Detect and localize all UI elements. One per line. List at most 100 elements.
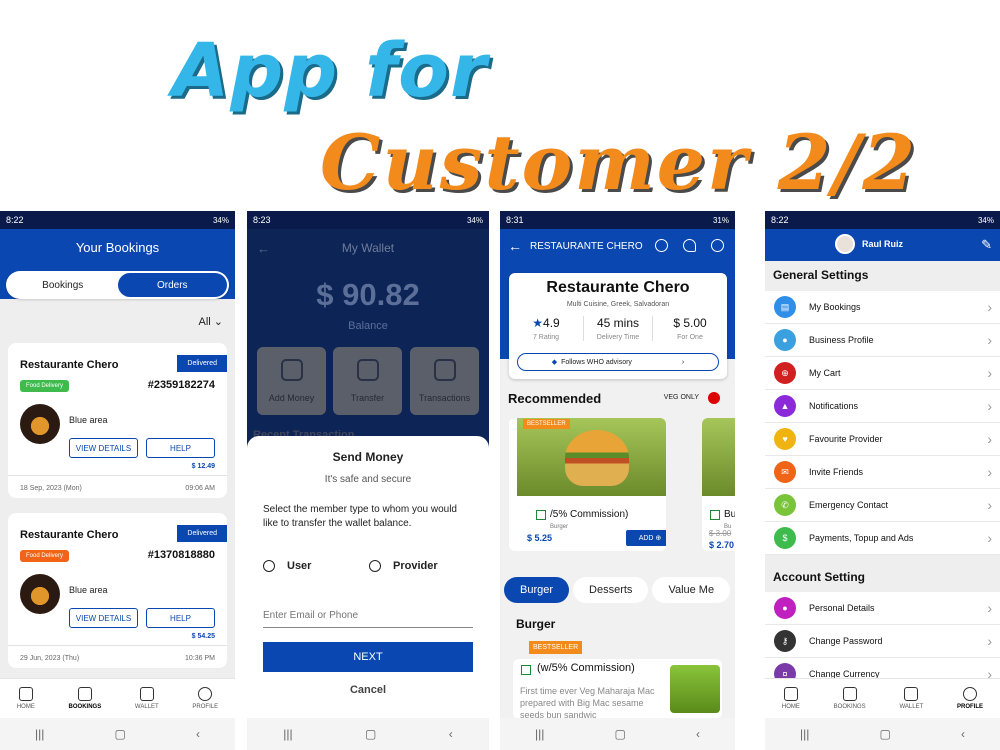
home-button-icon[interactable]: ▢ xyxy=(615,727,626,741)
person-icon: ● xyxy=(774,597,796,619)
menu-notifications[interactable]: ▲ Notifications › xyxy=(765,390,1000,423)
payment-icon: $ xyxy=(774,527,796,549)
avatar[interactable] xyxy=(835,234,855,254)
help-button[interactable]: HELP xyxy=(146,438,215,458)
nav-home[interactable]: HOME xyxy=(782,687,800,710)
nav-home[interactable]: HOME xyxy=(17,687,35,710)
transactions-tile[interactable]: Transactions xyxy=(410,347,479,415)
nav-wallet[interactable]: WALLET xyxy=(135,687,159,710)
menu-payments[interactable]: $ Payments, Topup and Ads › xyxy=(765,522,1000,555)
nav-wallet[interactable]: WALLET xyxy=(899,687,923,710)
radio-provider[interactable]: Provider xyxy=(369,560,438,572)
order-time: 09:06 AM xyxy=(185,485,215,492)
menu-change-password[interactable]: ⚷ Change Password › xyxy=(765,625,1000,658)
banner-title-line2: Customer 2/2 xyxy=(320,118,918,207)
nav-profile[interactable]: PROFILE xyxy=(192,687,218,710)
status-time: 8:31 xyxy=(506,215,524,225)
edit-icon[interactable]: ✎ xyxy=(981,237,992,253)
add-to-cart-button[interactable]: ADD ⊕ xyxy=(626,530,666,546)
restaurant-name: Restaurante Chero xyxy=(20,529,119,541)
status-bar: 8:23 34% xyxy=(247,211,489,229)
chevron-right-icon: › xyxy=(987,431,992,447)
tab-orders[interactable]: Orders xyxy=(117,273,227,297)
who-advisory-banner[interactable]: ◆ Follows WHO advisory › xyxy=(517,353,719,371)
nav-bookings[interactable]: BOOKINGS xyxy=(834,687,866,710)
recents-icon[interactable]: ||| xyxy=(535,727,544,741)
cuisine-label: Multi Cuisine, Greek, Salvadoran xyxy=(566,301,670,308)
booking-card[interactable]: Restaurante Chero Delivered Food Deliver… xyxy=(8,513,227,668)
item-category: Burger xyxy=(550,524,569,530)
back-arrow-icon[interactable]: ← xyxy=(508,238,522,254)
back-icon[interactable]: ‹ xyxy=(449,727,453,741)
user-name: Raul Ruiz xyxy=(862,239,904,249)
restaurant-avatar xyxy=(20,404,60,444)
next-button[interactable]: NEXT xyxy=(263,642,473,672)
cart-icon: ⊕ xyxy=(774,362,796,384)
back-icon[interactable]: ‹ xyxy=(196,727,200,741)
booking-card[interactable]: Restaurante Chero Delivered Food Deliver… xyxy=(8,343,227,498)
tab-bookings[interactable]: Bookings xyxy=(8,273,118,297)
email-phone-input[interactable] xyxy=(263,604,473,628)
restaurant-name: Restaurante Chero xyxy=(546,279,690,296)
food-card-partial[interactable]: Bu Bu $ 3.00 $ 2.70 xyxy=(702,418,735,551)
cancel-button[interactable]: Cancel xyxy=(247,684,489,696)
chip-burger[interactable]: Burger xyxy=(504,577,570,603)
search-icon[interactable] xyxy=(711,239,724,252)
banner-title-line1: App for xyxy=(172,28,488,114)
profile-screen: 8:22 34% Raul Ruiz ✎ General Settings ▤ M… xyxy=(765,211,1000,750)
view-details-button[interactable]: VIEW DETAILS xyxy=(69,608,138,628)
recents-icon[interactable]: ||| xyxy=(800,727,809,741)
nav-profile[interactable]: PROFILE xyxy=(957,687,983,710)
status-battery: 34% xyxy=(212,215,229,225)
tile-label: Transactions xyxy=(418,393,471,403)
nav-bookings[interactable]: BOOKINGS xyxy=(69,687,101,710)
veg-only-toggle[interactable] xyxy=(708,392,720,404)
menu-invite-friends[interactable]: ✉ Invite Friends › xyxy=(765,456,1000,489)
home-button-icon[interactable]: ▢ xyxy=(115,727,126,741)
menu-favourite-provider[interactable]: ♥ Favourite Provider › xyxy=(765,423,1000,456)
recents-icon[interactable]: ||| xyxy=(283,727,292,741)
section-heading: Burger xyxy=(516,617,556,631)
filter-dropdown[interactable]: All ⌄ xyxy=(198,315,223,328)
cost-stat: $ 5.00 For One xyxy=(655,316,725,341)
add-money-icon xyxy=(281,359,303,381)
radio-label: Provider xyxy=(393,560,438,572)
order-price: $ 54.25 xyxy=(191,633,215,640)
restaurant-avatar xyxy=(20,574,60,614)
restaurant-name: Restaurante Chero xyxy=(20,359,119,371)
back-icon[interactable]: ‹ xyxy=(696,727,700,741)
menu-item[interactable]: (w/5% Commission) First time ever Veg Ma… xyxy=(513,659,722,719)
radio-user[interactable]: User xyxy=(263,560,311,572)
nav-label: HOME xyxy=(16,704,35,710)
menu-emergency-contact[interactable]: ✆ Emergency Contact › xyxy=(765,489,1000,522)
category-chips: Burger Desserts Value Me xyxy=(504,577,731,603)
heart-icon[interactable] xyxy=(683,239,696,252)
add-money-tile[interactable]: Add Money xyxy=(257,347,326,415)
service-tag: Food Delivery xyxy=(20,380,70,392)
delivery-label: Delivery Time xyxy=(596,334,640,341)
order-date: 29 Jun, 2023 (Thu) xyxy=(20,655,80,662)
transfer-tile[interactable]: Transfer xyxy=(333,347,402,415)
area-label: Blue area xyxy=(69,585,108,595)
home-button-icon[interactable]: ▢ xyxy=(365,727,376,741)
nav-label: WALLET xyxy=(134,704,159,710)
chip-value-meals[interactable]: Value Me xyxy=(652,577,731,603)
chip-desserts[interactable]: Desserts xyxy=(573,577,649,603)
status-time: 8:22 xyxy=(771,215,789,225)
home-button-icon[interactable]: ▢ xyxy=(880,727,891,741)
back-icon[interactable]: ‹ xyxy=(961,727,965,741)
menu-personal-details[interactable]: ● Personal Details › xyxy=(765,592,1000,625)
view-details-button[interactable]: VIEW DETAILS xyxy=(69,438,138,458)
help-button[interactable]: HELP xyxy=(146,608,215,628)
menu-label: My Cart xyxy=(809,368,841,378)
menu-business-profile[interactable]: ● Business Profile › xyxy=(765,324,1000,357)
bookings-segment-control: Bookings Orders xyxy=(6,271,229,299)
food-card[interactable]: BESTSELLER /5% Commission) Burger $ 5.25… xyxy=(509,418,666,551)
chevron-right-icon: › xyxy=(987,332,992,348)
status-bar: 8:22 34% xyxy=(765,211,1000,229)
recents-icon[interactable]: ||| xyxy=(35,727,44,741)
menu-my-cart[interactable]: ⊕ My Cart › xyxy=(765,357,1000,390)
info-icon[interactable] xyxy=(655,239,668,252)
order-price: $ 12.49 xyxy=(191,463,215,470)
menu-my-bookings[interactable]: ▤ My Bookings › xyxy=(765,291,1000,324)
